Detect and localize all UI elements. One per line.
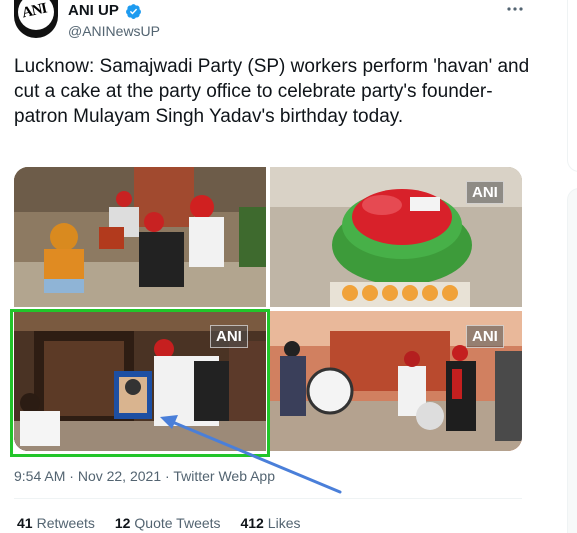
photo-havan[interactable]: [14, 167, 266, 307]
ani-watermark: ANI: [466, 181, 504, 204]
tweet-metadata: 9:54 AM · Nov 22, 2021 · Twitter Web App: [14, 468, 275, 484]
user-info: ANI UP @ANINewsUP: [68, 2, 160, 40]
highlight-annotation-box: [10, 309, 270, 457]
meta-separator: ·: [65, 468, 78, 484]
likes-count: 412: [240, 515, 264, 531]
display-name[interactable]: ANI UP: [68, 2, 119, 20]
likes-label: Likes: [267, 515, 301, 531]
photo-band[interactable]: ANI: [270, 311, 522, 451]
quote-tweets-label: Quote Tweets: [134, 515, 221, 531]
verified-badge-icon: [126, 3, 142, 19]
user-handle[interactable]: @ANINewsUP: [68, 22, 160, 40]
retweets-label: Retweets: [36, 515, 95, 531]
likes-stat[interactable]: 412 Likes: [240, 515, 300, 531]
retweets-count: 41: [17, 515, 33, 531]
right-sidebar-edge: [560, 0, 577, 533]
divider: [14, 498, 522, 499]
quote-tweets-count: 12: [114, 515, 131, 531]
tweet-date[interactable]: Nov 22, 2021: [78, 468, 161, 484]
meta-separator: ·: [161, 468, 174, 484]
avatar[interactable]: ANI: [14, 0, 58, 38]
tweet-text: Lucknow: Samajwadi Party (SP) workers pe…: [14, 56, 530, 127]
tweet-source[interactable]: Twitter Web App: [173, 468, 275, 484]
tweet-time[interactable]: 9:54 AM: [14, 468, 65, 484]
quote-tweets-stat[interactable]: 12 Quote Tweets: [115, 515, 221, 531]
retweets-stat[interactable]: 41 Retweets: [17, 515, 95, 531]
tweet: ANI ANI UP @ANINewsUP Lucknow: Samajwadi…: [0, 0, 560, 533]
photo-cake[interactable]: ANI: [270, 167, 522, 307]
sidebar-card-edge: [567, 188, 577, 533]
ani-watermark: ANI: [466, 325, 504, 348]
tweet-stats: 41 Retweets 12 Quote Tweets 412 Likes: [17, 515, 316, 531]
more-options-icon[interactable]: [504, 0, 526, 18]
sidebar-card-edge: [567, 0, 577, 172]
havan-scene-image: [14, 167, 266, 307]
